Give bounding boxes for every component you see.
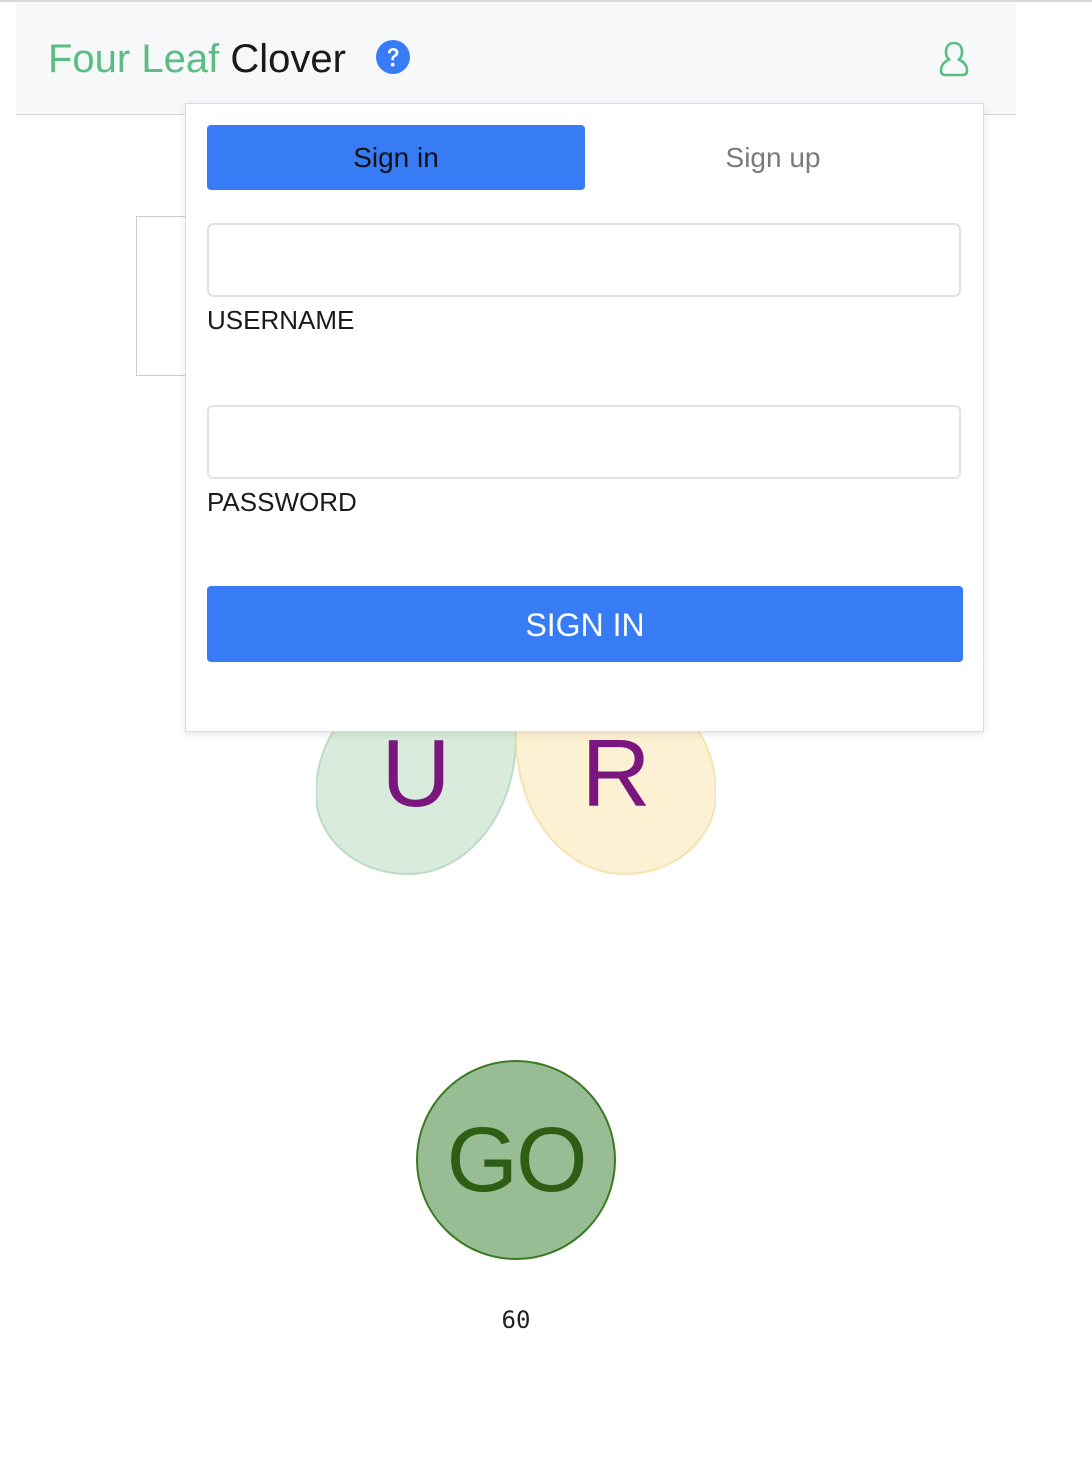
password-input[interactable] [207, 405, 961, 479]
auth-popover: Sign in Sign up USERNAME PASSWORD SIGN I… [185, 103, 984, 732]
app-title-clover: Clover [230, 37, 346, 81]
help-circle-icon[interactable] [376, 40, 410, 74]
sign-in-button[interactable]: SIGN IN [207, 586, 963, 662]
user-icon[interactable] [936, 40, 972, 78]
app-title: Four Leaf Clover [48, 36, 346, 82]
page: Four Leaf Clover U R GO 60 Sign in Sign … [0, 0, 1092, 1468]
app-title-four-leaf: Four Leaf [48, 37, 220, 81]
go-button[interactable]: GO [416, 1060, 616, 1260]
username-label: USERNAME [207, 305, 355, 335]
go-label: GO [446, 1109, 587, 1211]
username-input[interactable] [207, 223, 961, 297]
countdown-timer: 60 [501, 1306, 531, 1334]
password-label: PASSWORD [207, 487, 357, 517]
app-header: Four Leaf Clover [16, 2, 1016, 115]
tab-sign-in[interactable]: Sign in [207, 125, 585, 190]
tab-sign-up[interactable]: Sign up [584, 125, 962, 190]
